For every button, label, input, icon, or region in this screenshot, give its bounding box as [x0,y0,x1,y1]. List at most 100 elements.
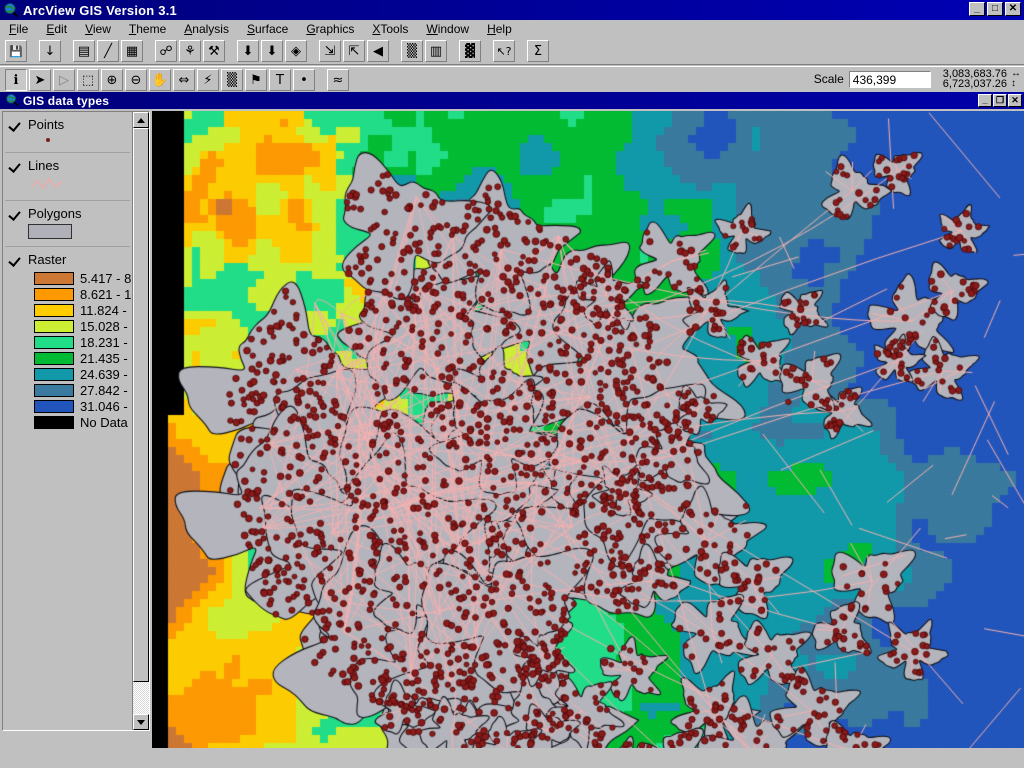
measure-tool[interactable]: ⇔ [173,69,195,91]
zoom-to-selected-button[interactable]: ⇲ [319,40,341,62]
legend-divider [5,200,130,201]
view-globe-magnifier-icon [3,93,19,109]
status-bar [0,748,1024,768]
zoom-out-tool[interactable]: ⊖ [125,69,147,91]
area-of-interest-tool[interactable]: ▒ [221,69,243,91]
scale-label: Scale [813,72,844,86]
minimize-button[interactable]: _ [969,2,985,16]
pan-tool[interactable]: ✋ [149,69,171,91]
arcview-application-window: ArcView GIS Version 3.1 _ □ ✕ File Edit Vi… [0,0,1024,768]
close-button[interactable]: ✕ [1005,2,1021,16]
application-title: ArcView GIS Version 3.1 [23,2,177,18]
menu-view[interactable]: View [76,21,120,37]
legend-scroll-thumb[interactable] [133,128,149,682]
select-feature-tool[interactable]: ⬚ [77,69,99,91]
select-feature-icon: ⬚ [81,72,95,88]
add-theme-button[interactable]: ↓ [39,40,61,62]
raster-class-row[interactable]: 5.417 - 8 [3,270,134,286]
view-restore-button[interactable]: ❐ [993,94,1007,107]
find-button[interactable]: ☍ [155,40,177,62]
hot-link-tool[interactable]: ⚡ [197,69,219,91]
main-toolbar: 💾 ↓ ▤ ╱ ▦ ☍ ⚘ ⚒ ⬇ ⬇ ◈ ⇲ ⇱ ◀ ▒ ▥ ▓ ↖? Σ [0,38,1024,65]
menu-edit[interactable]: Edit [37,21,76,37]
context-help-button[interactable]: ↖? [493,40,515,62]
vertex-edit-tool: ▷ [53,69,75,91]
identify-tool[interactable]: ℹ [5,69,27,91]
legend-panel: Points Lines Polygons Raster 5.417 - 8 8.621 … [2,111,150,731]
view-close-button[interactable]: ✕ [1008,94,1022,107]
save-project-button[interactable]: 💾 [5,40,27,62]
legend-layer-points[interactable]: Points [3,114,134,148]
menu-help[interactable]: Help [478,21,521,37]
legend-layer-lines[interactable]: Lines [3,155,134,196]
toolbar-separator [482,40,492,62]
legend-scroll-down-button[interactable] [133,714,149,730]
zoom-full-extent-button[interactable]: ⇱ [343,40,365,62]
legend-symbol-area: 5.417 - 8 8.621 - 1 11.824 -15.028 -18.231… [3,270,135,430]
raster-class-row[interactable]: 18.231 - : [3,334,135,350]
menu-theme[interactable]: Theme [120,21,175,37]
raster-class-row[interactable]: 27.842 - : [3,382,135,398]
zoom-previous-button[interactable]: ◀ [367,40,389,62]
legend-scrollbar[interactable] [132,112,149,730]
draw-point-tool[interactable]: • [293,69,315,91]
theme-properties-icon: ▤ [77,43,91,59]
zoom-to-themes-button[interactable]: ◈ [285,40,307,62]
checkbox-points[interactable] [9,118,22,131]
raster-class-row[interactable]: 31.046 - : [3,398,135,414]
raster-class-row[interactable]: 15.028 - [3,318,134,334]
query-builder-icon: ⚒ [208,43,220,59]
raster-class-row[interactable]: 24.639 - : [3,366,135,382]
label-tool[interactable]: ⚑ [245,69,267,91]
legend-contents: Points Lines Polygons Raster 5.417 - 8 8.621 … [3,112,135,730]
zoom-in-tool[interactable]: ⊕ [101,69,123,91]
image-analysis-button[interactable]: ▒ [401,40,423,62]
histogram-button[interactable]: ▓ [459,40,481,62]
legend-scroll-track[interactable] [133,128,149,714]
raster-class-row[interactable]: 8.621 - 1 [3,286,134,302]
legend-layer-header[interactable]: Points [3,116,134,133]
menu-xtools[interactable]: XTools [363,21,417,37]
map-display-area[interactable] [152,111,1024,748]
image-analysis-icon: ▒ [407,43,417,59]
text-tool[interactable]: T [269,69,291,91]
menu-accelerator: H [487,22,496,36]
menu-analysis[interactable]: Analysis [175,21,238,37]
maximize-button[interactable]: □ [987,2,1003,16]
legend-layer-header[interactable]: Lines [3,157,134,174]
legend-scroll-up-button[interactable] [133,112,149,128]
menu-surface[interactable]: Surface [238,21,297,37]
menu-file[interactable]: File [0,21,37,37]
grid-tool[interactable]: ≈ [327,69,349,91]
legend-layer-header[interactable]: Polygons [3,205,134,222]
map-canvas[interactable] [152,111,1024,748]
theme-properties-button[interactable]: ▤ [73,40,95,62]
clear-selected-button[interactable]: ⬇ [261,40,283,62]
view-minimize-button[interactable]: _ [978,94,992,107]
open-table-button[interactable]: ▦ [121,40,143,62]
summary-statistics-icon: Σ [533,43,543,59]
menu-window[interactable]: Window [417,21,478,37]
checkbox-lines[interactable] [9,159,22,172]
raster-class-row[interactable]: 21.435 - : [3,350,135,366]
legend-layer-raster[interactable]: Raster 5.417 - 8 8.621 - 1 11.824 -15.028 -… [3,249,135,433]
scale-input[interactable]: 436,399 [848,70,931,88]
legend-layer-header[interactable]: Raster [3,251,134,268]
checkbox-raster[interactable] [9,253,22,266]
raster-class-row[interactable]: 11.824 - [3,302,134,318]
edit-legend-button[interactable]: ╱ [97,40,119,62]
select-features-button[interactable]: ⬇ [237,40,259,62]
query-builder-button[interactable]: ⚒ [203,40,225,62]
legend-layer-polygons[interactable]: Polygons [3,203,134,242]
pointer-tool[interactable]: ➤ [29,69,51,91]
menu-graphics[interactable]: Graphics [297,21,363,37]
menu-accelerator: S [246,22,255,36]
summary-statistics-button[interactable]: Σ [527,40,549,62]
clear-selected-icon: ⬇ [266,43,278,59]
locate-address-button[interactable]: ⚘ [179,40,201,62]
layout-button[interactable]: ▥ [425,40,447,62]
raster-class-label: No Data [80,414,128,430]
checkbox-polygons[interactable] [9,207,22,220]
legend-symbol-area [3,135,134,145]
raster-class-row[interactable]: No Data [3,414,134,430]
